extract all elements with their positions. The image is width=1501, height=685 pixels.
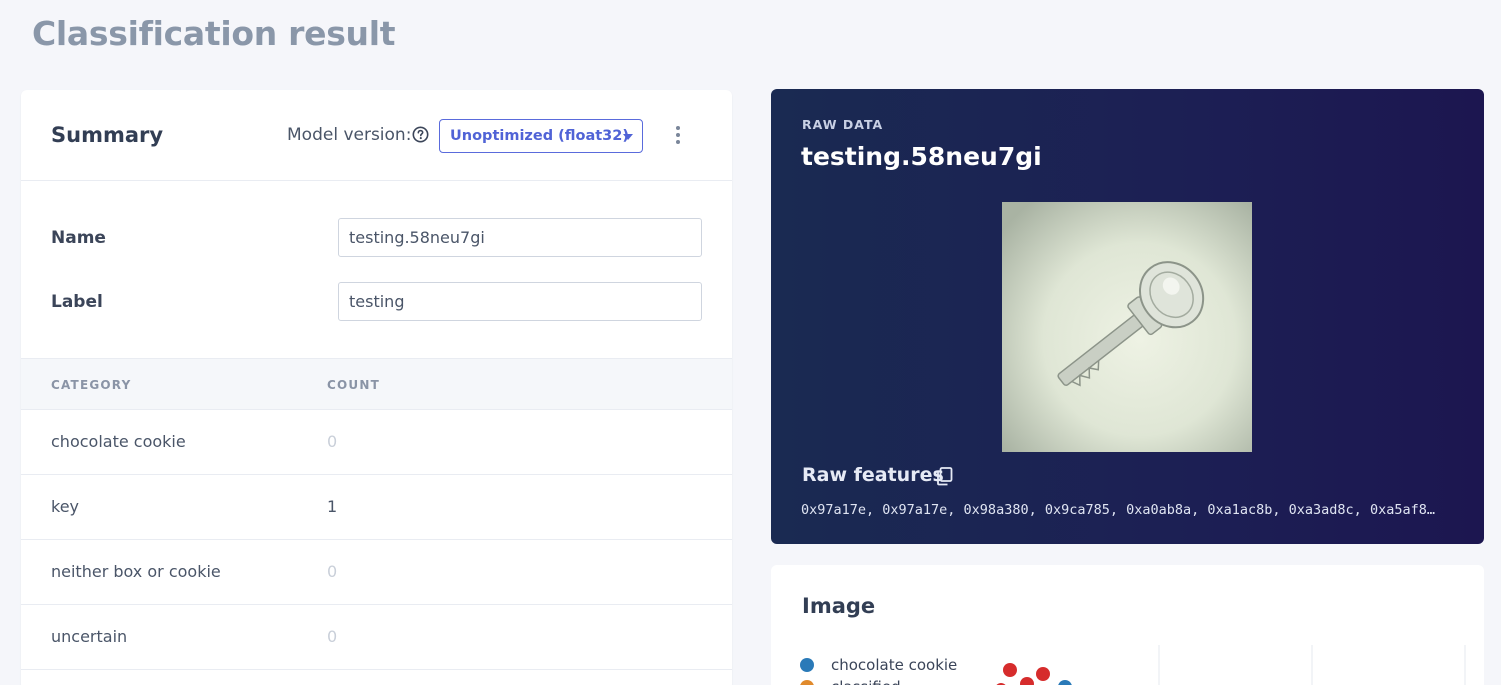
name-label: Name — [51, 228, 106, 248]
category-cell: neither box or cookie — [51, 562, 221, 581]
raw-data-title: testing.58neu7gi — [801, 142, 1042, 171]
summary-title: Summary — [51, 123, 164, 147]
column-header-count: COUNT — [327, 378, 380, 392]
scatter-point — [1036, 667, 1050, 681]
label-label: Label — [51, 292, 103, 312]
name-input[interactable] — [338, 218, 702, 257]
model-version-select[interactable]: Unoptimized (float32) — [439, 119, 643, 153]
copy-icon[interactable] — [934, 466, 954, 486]
legend-label: classified — [831, 678, 901, 685]
label-field-row: Label — [21, 282, 732, 322]
count-cell: 0 — [327, 627, 338, 646]
raw-data-card: RAW DATA testing.58neu7gi Raw features 0… — [771, 89, 1484, 544]
kebab-menu-icon[interactable] — [671, 124, 685, 146]
category-cell: key — [51, 497, 80, 516]
category-cell: uncertain — [51, 627, 128, 646]
column-header-category: CATEGORY — [51, 378, 132, 392]
table-row: uncertain 0 — [21, 605, 732, 670]
summary-header: Summary Model version: Unoptimized (floa… — [21, 90, 732, 181]
raw-data-eyebrow: RAW DATA — [802, 117, 884, 132]
count-cell: 0 — [327, 432, 338, 451]
raw-features-label: Raw features — [802, 464, 944, 486]
raw-features-value: 0x97a17e, 0x97a17e, 0x98a380, 0x9ca785, … — [801, 502, 1435, 518]
legend-label: chocolate cookie — [831, 656, 958, 674]
summary-card: Summary Model version: Unoptimized (floa… — [21, 90, 732, 685]
image-section-title: Image — [802, 594, 876, 618]
legend-item[interactable]: chocolate cookie — [800, 655, 957, 675]
count-cell: 1 — [327, 497, 338, 516]
label-input[interactable] — [338, 282, 702, 321]
legend-item[interactable]: classified — [800, 677, 901, 685]
table-row: key 1 — [21, 475, 732, 540]
sample-image — [1002, 202, 1252, 452]
kebab-dot — [676, 133, 680, 137]
legend-dot — [800, 680, 814, 685]
page-title: Classification result — [32, 14, 396, 53]
image-card: Image chocolate cookie classified — [771, 565, 1484, 685]
count-cell: 0 — [327, 562, 338, 581]
model-version-label: Model version: — [287, 125, 412, 145]
scatter-point — [1020, 677, 1034, 685]
scatter-plot — [996, 645, 1466, 685]
scatter-point — [1003, 663, 1017, 677]
legend-dot — [800, 658, 814, 672]
category-cell: chocolate cookie — [51, 432, 186, 451]
table-row: chocolate cookie 0 — [21, 410, 732, 475]
scatter-point — [1058, 680, 1072, 685]
caret-down-icon — [623, 134, 633, 140]
table-row: neither box or cookie 0 — [21, 540, 732, 605]
kebab-dot — [676, 126, 680, 130]
table-header: CATEGORY COUNT — [21, 358, 732, 410]
name-field-row: Name — [21, 218, 732, 258]
question-circle-icon[interactable] — [412, 126, 429, 143]
model-version-value: Unoptimized (float32) — [450, 128, 629, 144]
kebab-dot — [676, 140, 680, 144]
